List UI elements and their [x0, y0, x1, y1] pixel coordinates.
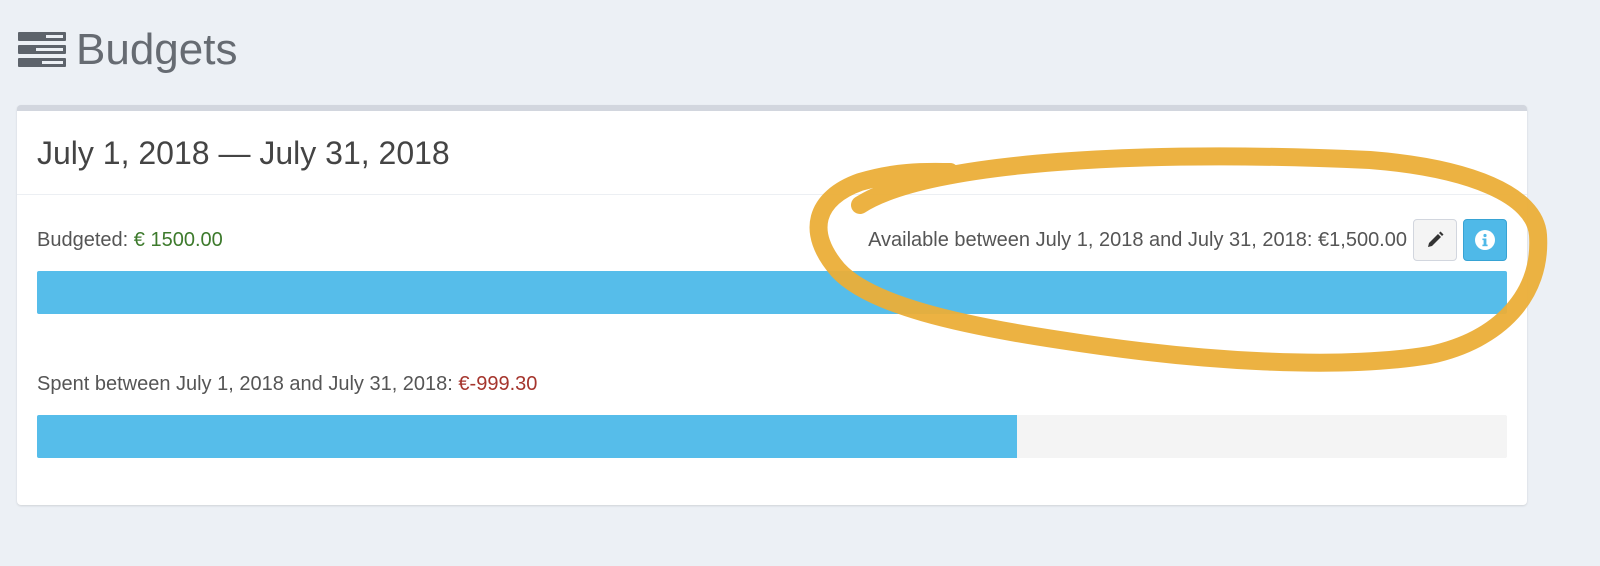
available-group: Available between July 1, 2018 and July … [868, 219, 1507, 261]
edit-budget-button[interactable] [1413, 219, 1457, 261]
page-title: Budgets [76, 25, 238, 74]
spent-progress-fill [37, 415, 1018, 458]
budgeted-progress-bar [37, 271, 1507, 314]
info-icon [1475, 230, 1495, 250]
budget-box: July 1, 2018 — July 31, 2018 Budgeted: €… [17, 105, 1527, 505]
spent-label: Spent between July 1, 2018 and July 31, … [37, 373, 453, 395]
spent-progress-bar [37, 415, 1507, 458]
budgeted-row: Budgeted: € 1500.00 Available between Ju… [37, 219, 1507, 314]
budgeted-progress-fill [37, 271, 1507, 314]
budgeted-text: Budgeted: € 1500.00 [37, 225, 223, 255]
budget-period-title: July 1, 2018 — July 31, 2018 [37, 135, 450, 171]
spent-text: Spent between July 1, 2018 and July 31, … [37, 369, 537, 399]
budgets-stack-icon [18, 32, 66, 67]
budgeted-amount: € 1500.00 [133, 229, 223, 251]
budgeted-label: Budgeted: [37, 229, 129, 251]
available-text: Available between July 1, 2018 and July … [868, 229, 1407, 251]
spent-row: Spent between July 1, 2018 and July 31, … [37, 367, 1507, 458]
page-header: Budgets [18, 24, 237, 76]
info-button[interactable] [1463, 219, 1507, 261]
spent-amount: €-999.30 [458, 373, 538, 395]
pencil-icon [1428, 231, 1444, 247]
budget-box-header: July 1, 2018 — July 31, 2018 [17, 111, 1527, 195]
